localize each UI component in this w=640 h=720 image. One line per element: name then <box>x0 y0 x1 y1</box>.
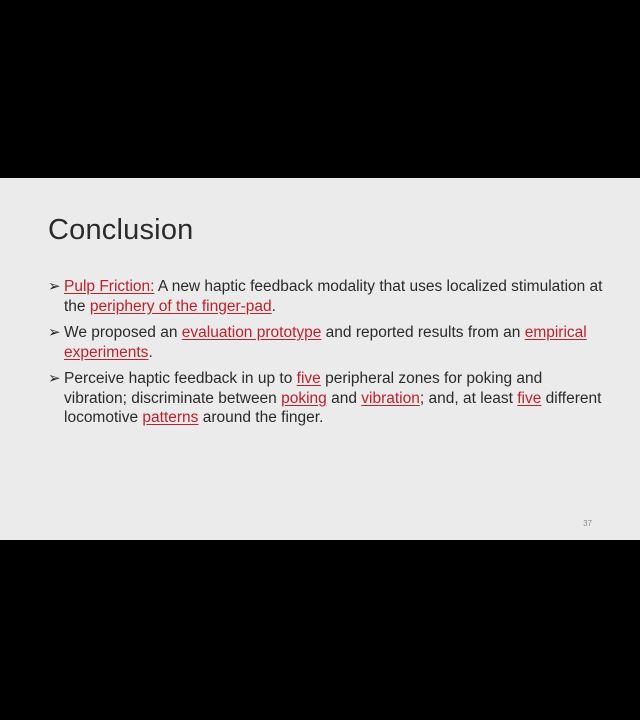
bullet-text: Perceive haptic feedback in up to <box>64 370 297 387</box>
bullet-text: . <box>148 343 153 361</box>
highlighted-phrase: evaluation prototype <box>181 324 322 341</box>
bullet-text: and <box>326 389 362 407</box>
slide-title: Conclusion <box>48 214 194 246</box>
arrow-bullet-icon: ➢ <box>48 370 61 387</box>
presentation-slide: Conclusion ➢ Pulp Friction: A new haptic… <box>0 178 640 540</box>
bullet-item: ➢ Perceive haptic feedback in up to five… <box>48 369 608 428</box>
arrow-bullet-icon: ➢ <box>48 278 61 295</box>
highlighted-phrase: patterns <box>142 409 199 426</box>
bullet-text: We proposed an <box>64 324 182 341</box>
bullet-list: ➢ Pulp Friction: A new haptic feedback m… <box>48 277 608 435</box>
bullet-text: ; and, at least <box>419 389 518 407</box>
highlighted-phrase: poking <box>281 389 327 407</box>
bullet-text: . <box>271 297 276 315</box>
bullet-item: ➢ We proposed an evaluation prototype an… <box>48 323 608 362</box>
highlighted-phrase: Pulp Friction: <box>64 278 155 295</box>
bullet-item: ➢ Pulp Friction: A new haptic feedback m… <box>48 277 608 316</box>
highlighted-phrase: periphery of the finger-pad <box>89 297 272 315</box>
bullet-text: and reported results from an <box>321 324 525 341</box>
highlighted-phrase: five <box>517 389 542 407</box>
highlighted-phrase: vibration <box>361 389 420 407</box>
highlighted-phrase: five <box>296 370 321 387</box>
bullet-text: around the finger. <box>198 409 324 426</box>
arrow-bullet-icon: ➢ <box>48 324 61 341</box>
video-frame: Conclusion ➢ Pulp Friction: A new haptic… <box>0 0 640 720</box>
slide-page-number: 37 <box>583 519 592 528</box>
